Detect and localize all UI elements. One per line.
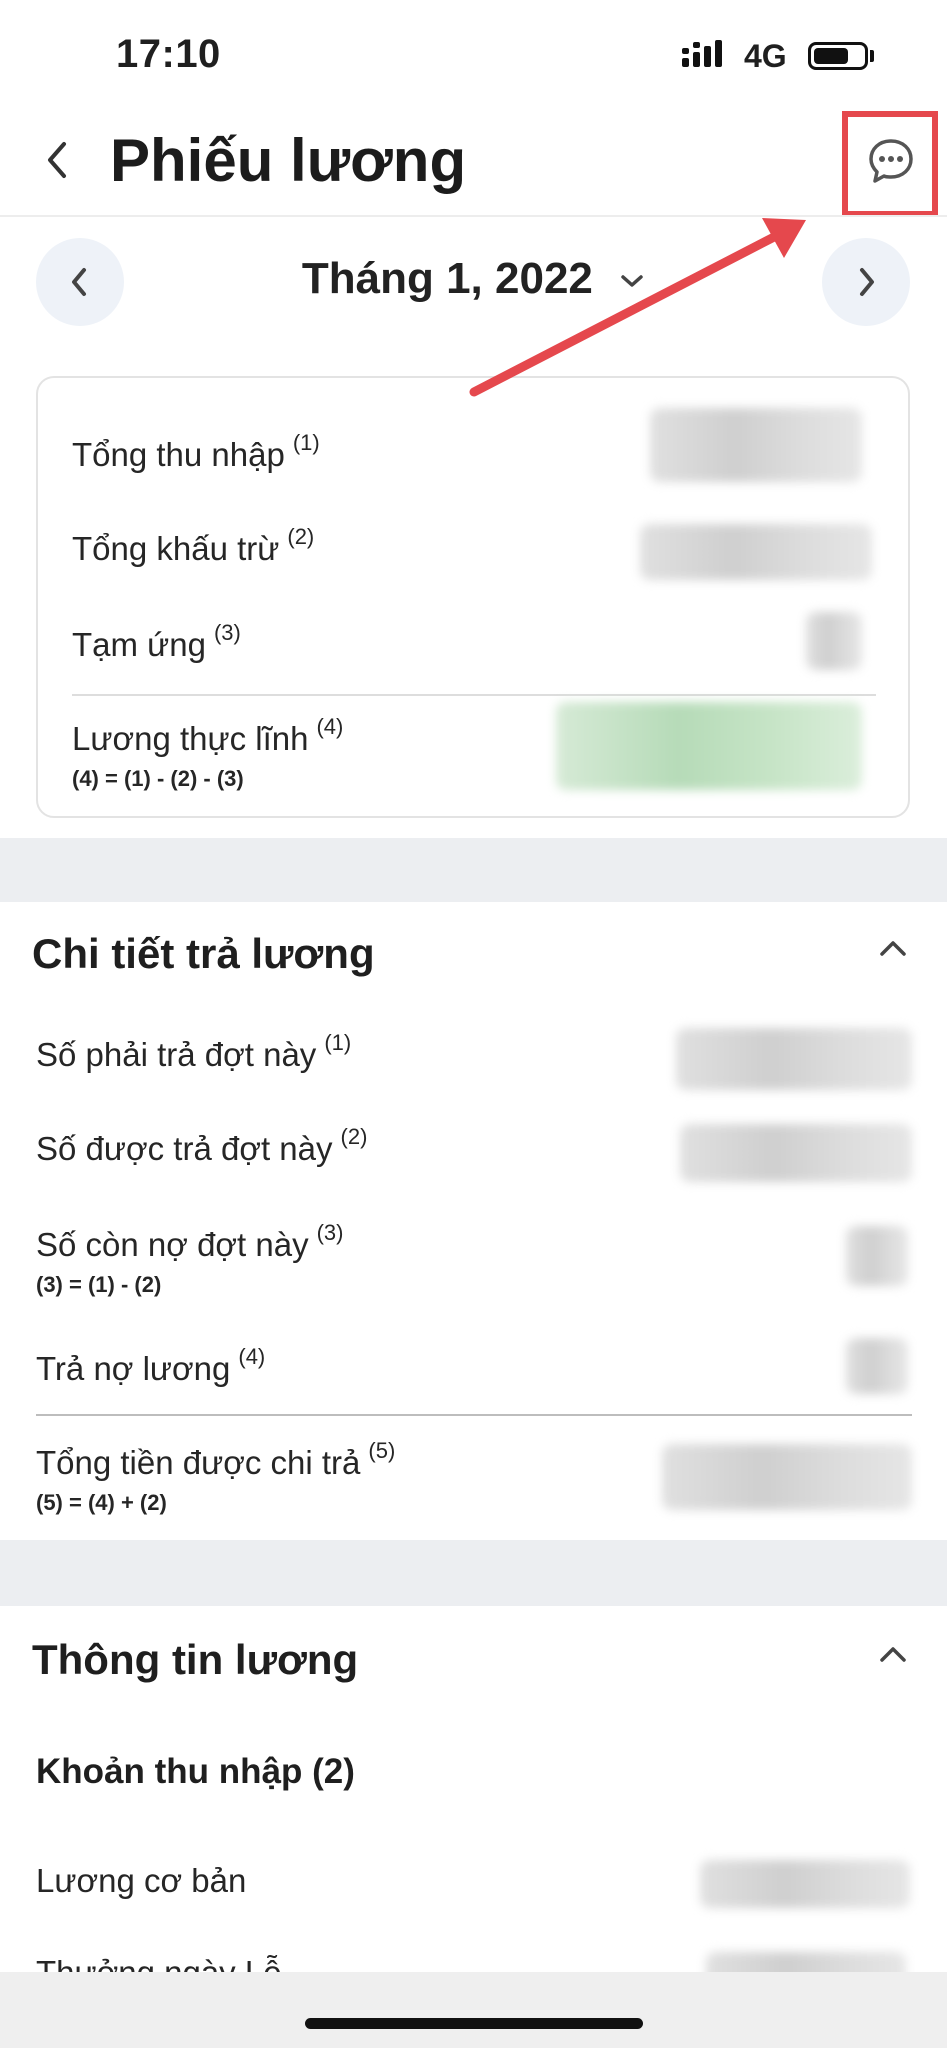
- home-indicator-area: [0, 1972, 947, 2048]
- blurred-value: [806, 612, 862, 670]
- chevron-down-icon: [621, 275, 643, 288]
- blurred-value: [700, 1860, 910, 1908]
- chevron-right-icon: [860, 268, 874, 296]
- blurred-value: [846, 1338, 908, 1394]
- next-month-button[interactable]: [822, 238, 910, 326]
- summary-row-advance: Tạm ứng (3): [72, 620, 241, 663]
- summary-row-net-salary: Lương thực lĩnh (4): [72, 714, 344, 757]
- month-label: Tháng 1, 2022: [301, 254, 593, 303]
- section-gap: [0, 1540, 947, 1606]
- battery-icon: [808, 42, 868, 70]
- month-selector[interactable]: Tháng 1, 2022: [0, 254, 947, 304]
- remaining-formula: (3) = (1) - (2): [36, 1272, 162, 1297]
- salary-row-base: Lương cơ bản: [36, 1862, 247, 1899]
- payment-row-paid: Số được trả đợt này (2): [36, 1124, 368, 1167]
- signal-icon: [682, 40, 722, 67]
- payment-divider: [36, 1414, 912, 1416]
- total-paid-formula: (5) = (4) + (2): [36, 1490, 167, 1515]
- page-title: Phiếu lương: [110, 127, 467, 194]
- section-title-salary-info: Thông tin lương: [32, 1636, 359, 1683]
- blurred-value: [680, 1124, 912, 1182]
- summary-row-total-deduction: Tổng khấu trừ (2): [72, 524, 315, 567]
- blurred-value: [662, 1444, 912, 1510]
- payment-row-debt-payment: Trả nợ lương (4): [36, 1344, 266, 1387]
- blurred-value: [640, 524, 872, 580]
- header-divider: [0, 215, 947, 217]
- summary-divider: [72, 694, 876, 696]
- status-time: 17:10: [116, 32, 221, 76]
- blurred-value: [676, 1028, 912, 1090]
- summary-row-total-income: Tổng thu nhập (1): [72, 430, 320, 473]
- home-indicator: [305, 2018, 643, 2029]
- chevron-up-icon[interactable]: [876, 936, 910, 960]
- blurred-value: [650, 408, 862, 482]
- blurred-value: [846, 1226, 908, 1286]
- network-label: 4G: [744, 38, 787, 74]
- payment-row-remaining: Số còn nợ đợt này (3): [36, 1220, 344, 1263]
- net-salary-formula: (4) = (1) - (2) - (3): [72, 766, 244, 791]
- section-title-payment-details: Chi tiết trả lương: [32, 930, 375, 977]
- chevron-left-icon[interactable]: [38, 136, 78, 184]
- section-gap: [0, 838, 947, 902]
- highlight-box: [842, 111, 938, 217]
- chevron-up-icon[interactable]: [876, 1642, 910, 1666]
- payment-row-due: Số phải trả đợt này (1): [36, 1030, 352, 1073]
- battery-cap: [870, 50, 874, 62]
- income-heading: Khoản thu nhập (2): [36, 1752, 355, 1791]
- blurred-net-value: [556, 702, 862, 790]
- payment-row-total-paid: Tổng tiền được chi trả (5): [36, 1438, 396, 1481]
